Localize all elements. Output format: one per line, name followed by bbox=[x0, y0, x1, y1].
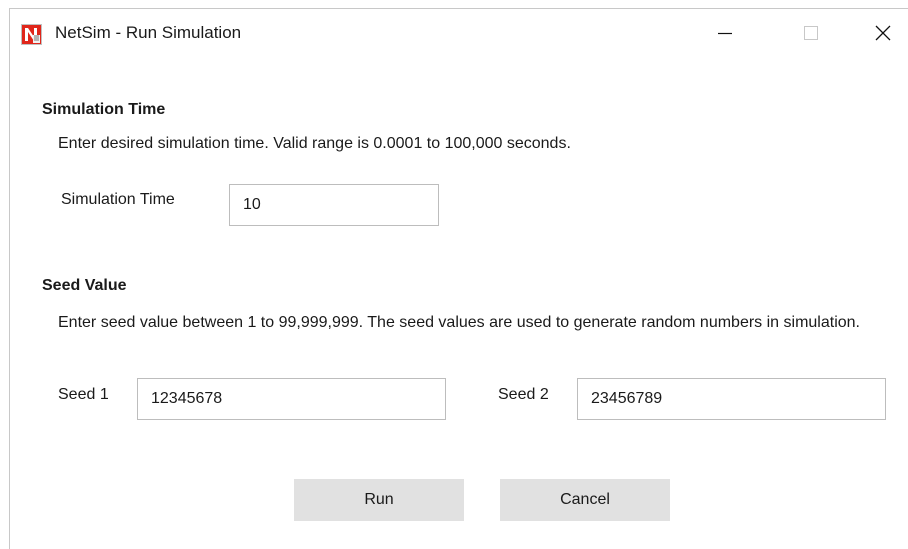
seed-value-heading: Seed Value bbox=[42, 277, 127, 294]
run-simulation-dialog: NetSim - Run Simulation Simulation Time … bbox=[9, 8, 908, 549]
run-button[interactable]: Run bbox=[294, 479, 464, 521]
seed2-input[interactable] bbox=[577, 378, 886, 420]
simulation-time-heading: Simulation Time bbox=[42, 101, 166, 118]
minimize-button[interactable] bbox=[702, 9, 748, 57]
close-icon bbox=[875, 25, 891, 41]
seed-value-description: Enter seed value between 1 to 99,999,999… bbox=[58, 314, 860, 331]
close-button[interactable] bbox=[860, 9, 906, 57]
cancel-button[interactable]: Cancel bbox=[500, 479, 670, 521]
seed1-label: Seed 1 bbox=[58, 386, 109, 403]
seed1-input[interactable] bbox=[137, 378, 446, 420]
minimize-icon bbox=[718, 32, 732, 35]
simulation-time-label: Simulation Time bbox=[61, 191, 175, 208]
simulation-time-description: Enter desired simulation time. Valid ran… bbox=[58, 135, 571, 152]
seed2-label: Seed 2 bbox=[498, 386, 549, 403]
title-bar: NetSim - Run Simulation bbox=[10, 9, 908, 57]
window-title: NetSim - Run Simulation bbox=[55, 23, 242, 42]
netsim-logo-icon bbox=[21, 24, 42, 45]
maximize-button[interactable] bbox=[788, 9, 834, 57]
simulation-time-input[interactable] bbox=[229, 184, 439, 226]
maximize-icon bbox=[804, 26, 818, 40]
